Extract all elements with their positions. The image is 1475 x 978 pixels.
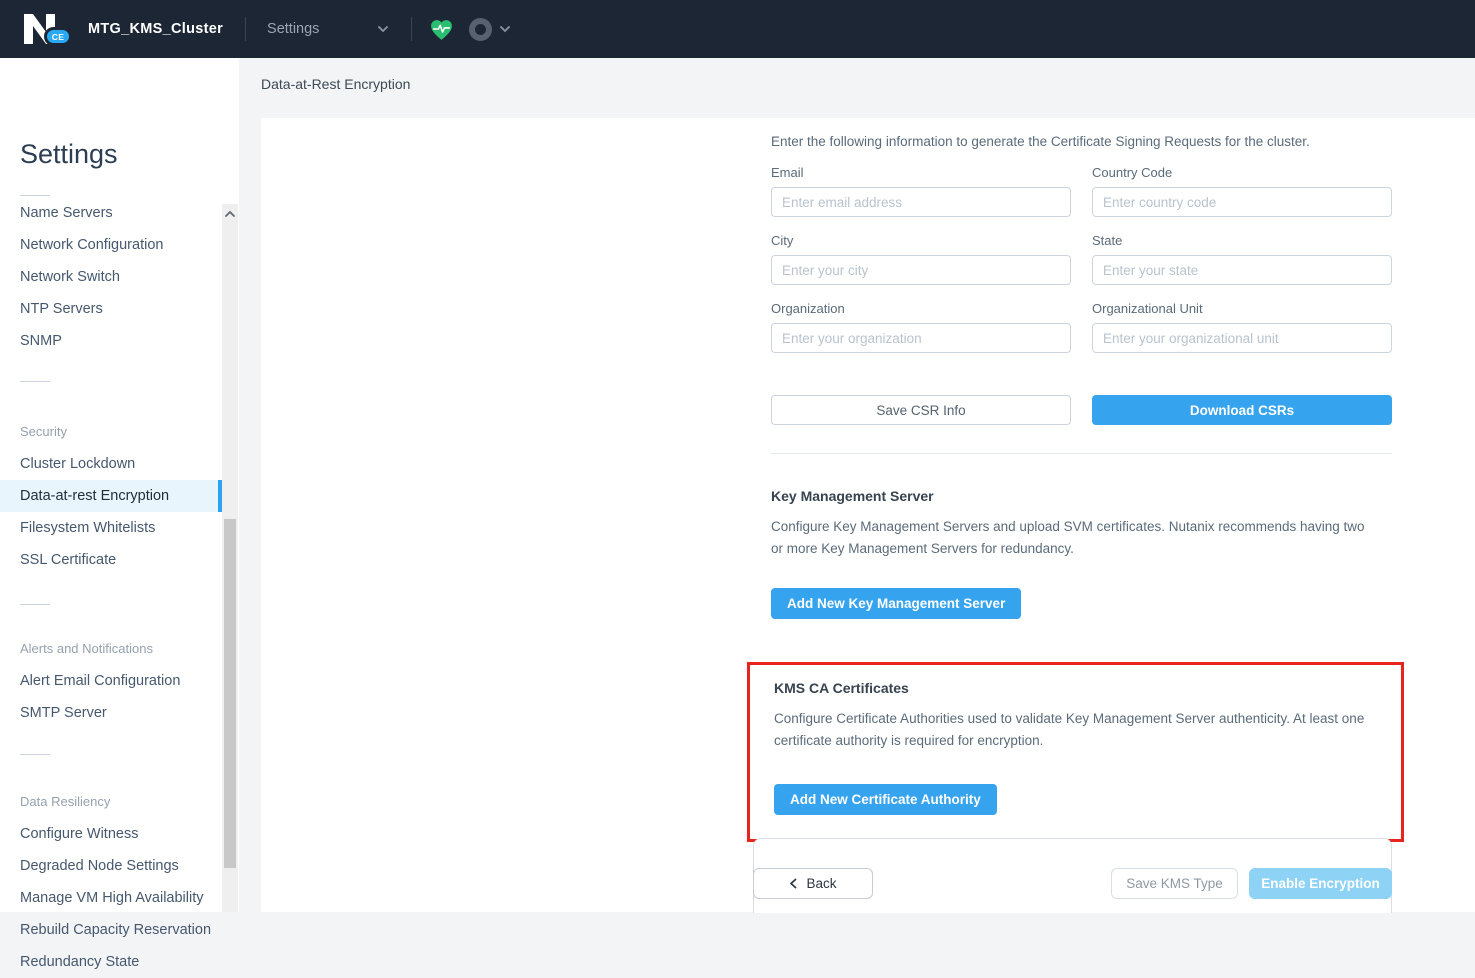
csr-intro-text: Enter the following information to gener… xyxy=(771,118,1392,149)
page-title: Data-at-Rest Encryption xyxy=(261,76,410,92)
sidebar-item-name-servers[interactable]: Name Servers xyxy=(0,197,222,229)
kms-ca-heading: KMS CA Certificates xyxy=(774,680,1389,696)
back-button-label: Back xyxy=(806,876,836,891)
section-divider xyxy=(771,453,1392,454)
back-button[interactable]: Back xyxy=(753,868,873,899)
organization-field[interactable] xyxy=(771,323,1071,353)
topbar: CE MTG_KMS_Cluster Settings xyxy=(0,0,1475,58)
sidebar-item-rebuild-capacity-reservation[interactable]: Rebuild Capacity Reservation xyxy=(0,914,222,946)
add-certificate-authority-button[interactable]: Add New Certificate Authority xyxy=(774,784,997,815)
download-csrs-button[interactable]: Download CSRs xyxy=(1092,395,1392,425)
csr-form: Email Country Code City State Organizati… xyxy=(771,149,1392,353)
field-state: State xyxy=(1092,217,1392,285)
nutanix-logo[interactable]: CE xyxy=(20,9,70,49)
topbar-divider xyxy=(411,17,412,41)
kms-heading: Key Management Server xyxy=(771,488,1392,504)
sidebar-item-ssl-certificate[interactable]: SSL Certificate xyxy=(0,544,222,576)
content-panel: Enter the following information to gener… xyxy=(261,118,1475,912)
field-email: Email xyxy=(771,149,1071,217)
email-label: Email xyxy=(771,165,1071,180)
sidebar-item-configure-witness[interactable]: Configure Witness xyxy=(0,818,222,850)
add-key-management-server-button[interactable]: Add New Key Management Server xyxy=(771,588,1021,619)
sidebar-item-snmp[interactable]: SNMP xyxy=(0,325,222,357)
sidebar-item-data-at-rest-encryption[interactable]: Data-at-rest Encryption xyxy=(0,480,222,512)
chevron-left-icon xyxy=(789,878,797,889)
kms-ca-highlight-box: KMS CA Certificates Configure Certificat… xyxy=(747,662,1404,842)
sidebar-section-data-resiliency: Data Resiliency xyxy=(0,786,222,818)
sidebar-section-alerts: Alerts and Notifications xyxy=(0,633,222,665)
cluster-name[interactable]: MTG_KMS_Cluster xyxy=(88,21,223,37)
topbar-divider xyxy=(245,17,246,41)
chevron-up-icon[interactable] xyxy=(225,208,235,220)
sidebar-item-ntp-servers[interactable]: NTP Servers xyxy=(0,293,222,325)
state-label: State xyxy=(1092,233,1392,248)
kms-ca-description: Configure Certificate Authorities used t… xyxy=(774,708,1382,752)
sidebar-item-network-configuration[interactable]: Network Configuration xyxy=(0,229,222,261)
city-field[interactable] xyxy=(771,255,1071,285)
footer-action-bar: Back Save KMS Type Enable Encryption xyxy=(753,838,1392,913)
organization-label: Organization xyxy=(771,301,1071,316)
sidebar-item-redundancy-state[interactable]: Redundancy State xyxy=(0,946,222,978)
sidebar-scrollbar[interactable] xyxy=(222,204,238,912)
sidebar-scrollbar-thumb[interactable] xyxy=(224,519,236,868)
sidebar-divider xyxy=(20,604,50,605)
settings-menu-label: Settings xyxy=(267,21,319,37)
field-country-code: Country Code xyxy=(1092,149,1392,217)
user-ring-icon xyxy=(469,18,492,41)
field-city: City xyxy=(771,217,1071,285)
country-code-field[interactable] xyxy=(1092,187,1392,217)
sidebar-divider xyxy=(20,381,50,382)
user-menu[interactable] xyxy=(469,18,511,41)
organizational-unit-field[interactable] xyxy=(1092,323,1392,353)
sidebar-divider xyxy=(20,195,50,196)
sidebar-item-network-switch[interactable]: Network Switch xyxy=(0,261,222,293)
ce-badge: CE xyxy=(44,27,72,46)
chevron-down-icon xyxy=(377,25,389,33)
email-field[interactable] xyxy=(771,187,1071,217)
country-code-label: Country Code xyxy=(1092,165,1392,180)
city-label: City xyxy=(771,233,1071,248)
sidebar-item-manage-vm-high-availability[interactable]: Manage VM High Availability xyxy=(0,882,222,914)
sidebar-item-cluster-lockdown[interactable]: Cluster Lockdown xyxy=(0,448,222,480)
enable-encryption-button[interactable]: Enable Encryption xyxy=(1249,868,1392,899)
save-csr-info-button[interactable]: Save CSR Info xyxy=(771,395,1071,425)
settings-menu[interactable]: Settings xyxy=(267,21,389,37)
settings-sidebar: Settings Name Servers Network Configurat… xyxy=(0,58,239,912)
sidebar-item-smtp-server[interactable]: SMTP Server xyxy=(0,697,222,729)
kms-description: Configure Key Management Servers and upl… xyxy=(771,516,1379,560)
chevron-down-icon xyxy=(499,25,511,33)
organizational-unit-label: Organizational Unit xyxy=(1092,301,1392,316)
sidebar-item-alert-email-configuration[interactable]: Alert Email Configuration xyxy=(0,665,222,697)
sidebar-title: Settings xyxy=(20,138,222,170)
state-field[interactable] xyxy=(1092,255,1392,285)
sidebar-item-degraded-node-settings[interactable]: Degraded Node Settings xyxy=(0,850,222,882)
field-organization: Organization xyxy=(771,285,1071,353)
save-kms-type-button[interactable]: Save KMS Type xyxy=(1111,868,1238,899)
field-organizational-unit: Organizational Unit xyxy=(1092,285,1392,353)
heart-pulse-icon xyxy=(429,18,454,41)
health-status-button[interactable] xyxy=(429,18,454,41)
sidebar-section-security: Security xyxy=(0,416,222,448)
sidebar-divider xyxy=(20,754,50,755)
sidebar-item-filesystem-whitelists[interactable]: Filesystem Whitelists xyxy=(0,512,222,544)
